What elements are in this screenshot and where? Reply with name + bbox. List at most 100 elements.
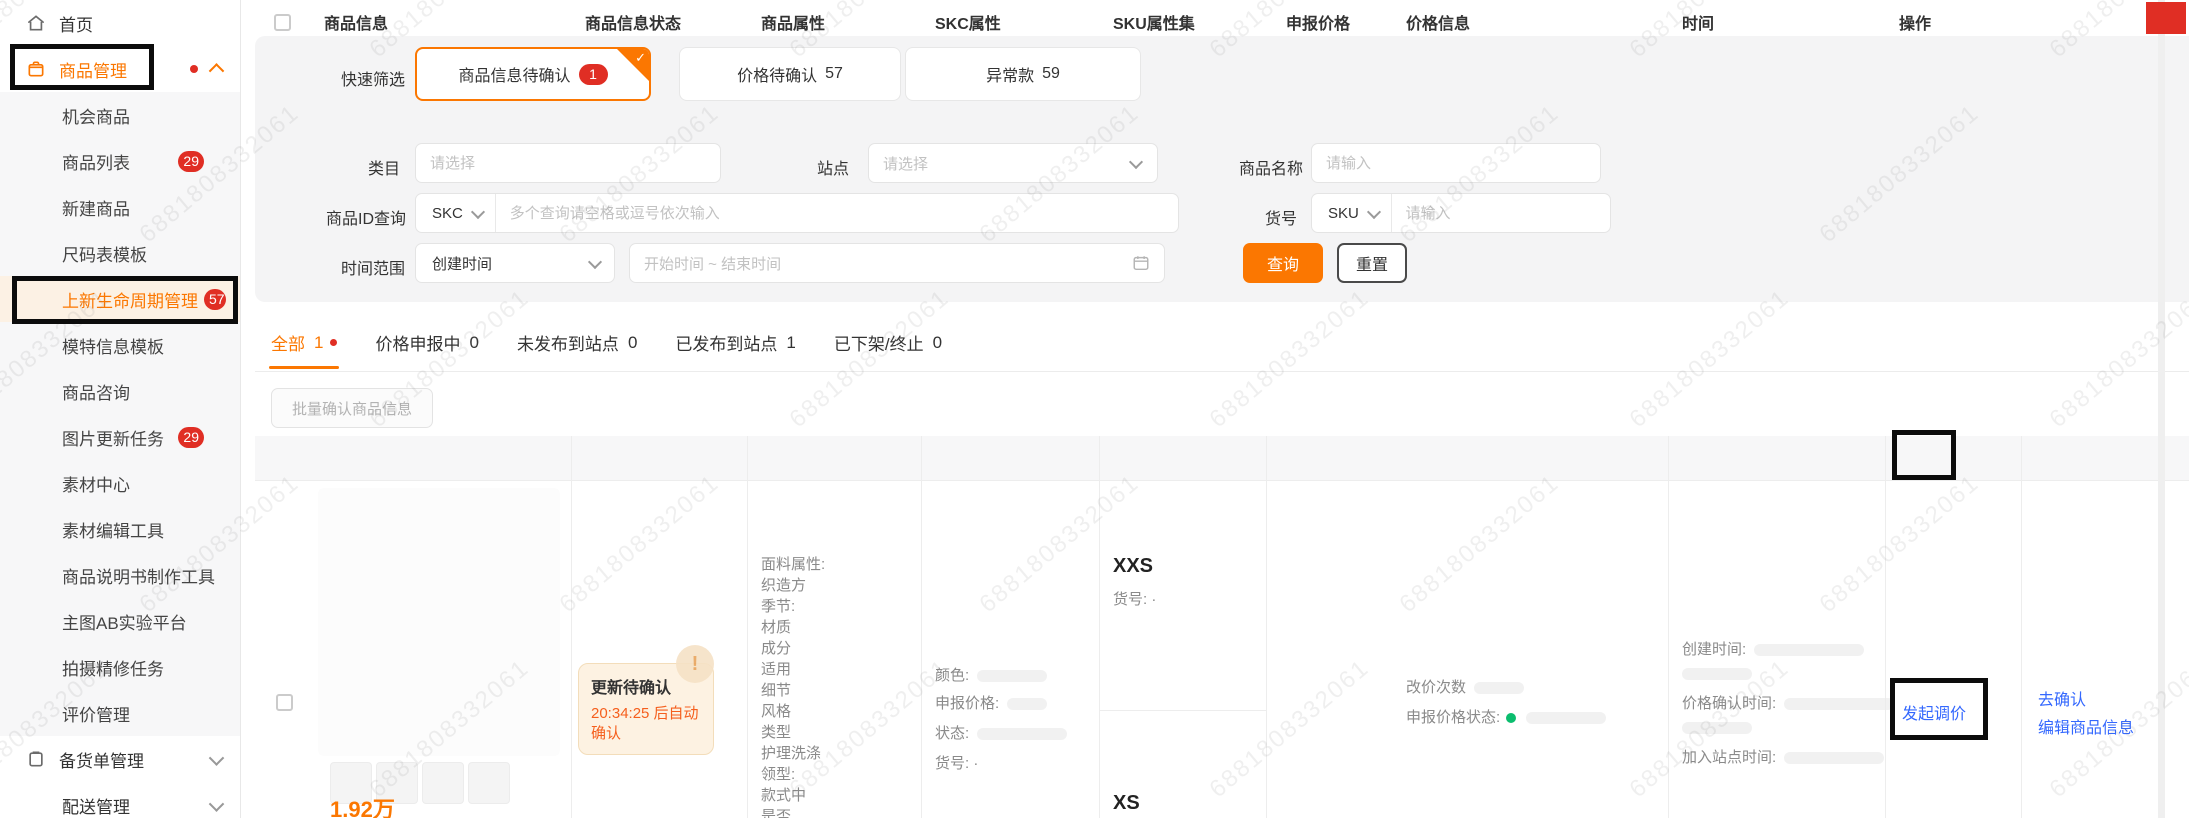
quick-card-price-pending[interactable]: 价格待确认 57 bbox=[679, 47, 901, 101]
sidebar-item-delivery-mgmt[interactable]: 配送管理 bbox=[0, 782, 240, 818]
chevron-up-icon bbox=[209, 63, 225, 79]
product-id-group[interactable]: SKC bbox=[415, 193, 1179, 233]
sidebar-item-label: 评价管理 bbox=[62, 701, 130, 726]
divider bbox=[1099, 436, 1100, 818]
sidebar-item-material-center[interactable]: 素材中心 bbox=[0, 460, 240, 506]
sidebar-item-label: 素材中心 bbox=[62, 471, 130, 496]
count-badge: 1 bbox=[579, 64, 608, 85]
tab-all[interactable]: 全部1 bbox=[271, 330, 337, 355]
site-placeholder: 请选择 bbox=[869, 153, 942, 174]
category-label: 类目 bbox=[368, 155, 400, 179]
time-type-value: 创建时间 bbox=[416, 253, 508, 274]
tab-published[interactable]: 已发布到站点1 bbox=[675, 330, 795, 355]
reset-button-label: 重置 bbox=[1356, 251, 1388, 275]
divider bbox=[255, 480, 2189, 481]
sidebar-item-product-consult[interactable]: 商品咨询 bbox=[0, 368, 240, 414]
th-product-info-status: 商品信息状态 bbox=[585, 0, 681, 44]
sku-artno: 货号: · bbox=[1113, 588, 1156, 609]
attr-line: 面料属性: bbox=[761, 553, 825, 574]
sidebar-item-label: 机会商品 bbox=[62, 103, 130, 128]
edit-product-info-link[interactable]: 编辑商品信息 bbox=[2038, 714, 2134, 738]
product-thumbnail[interactable] bbox=[468, 762, 510, 804]
go-confirm-link[interactable]: 去确认 bbox=[2038, 686, 2086, 710]
skc-line: 申报价格: bbox=[935, 692, 1047, 713]
product-stat-value: 1.92万 bbox=[330, 792, 395, 818]
quick-card-abnormal[interactable]: 异常款 59 bbox=[905, 47, 1141, 101]
price-info-line: 申报价格状态: bbox=[1406, 706, 1606, 727]
quick-card-count: 59 bbox=[1042, 65, 1060, 83]
search-button-label: 查询 bbox=[1267, 251, 1299, 275]
sidebar-item-product-list[interactable]: 商品列表 29 bbox=[0, 138, 240, 184]
product-id-input[interactable] bbox=[496, 205, 1178, 222]
time-line: 价格确认时间: bbox=[1682, 692, 1894, 713]
sidebar-item-image-update-task[interactable]: 图片更新任务29 bbox=[0, 414, 240, 460]
sidebar-item-product-manual-tool[interactable]: 商品说明书制作工具 bbox=[0, 552, 240, 598]
home-icon bbox=[26, 13, 46, 33]
tab-removed[interactable]: 已下架/终止 0 bbox=[834, 330, 942, 355]
date-range-input[interactable]: 开始时间 ~ 结束时间 bbox=[629, 243, 1165, 283]
sidebar-item-material-edit-tool[interactable]: 素材编辑工具 bbox=[0, 506, 240, 552]
sidebar-item-new-product[interactable]: 新建商品 bbox=[0, 184, 240, 230]
tab-label: 全部 bbox=[271, 330, 305, 355]
status-tabs: 全部1 价格申报中0 未发布到站点 0 已发布到站点1 已下架/终止 0 bbox=[271, 330, 942, 355]
sidebar-item-label: 商品咨询 bbox=[62, 379, 130, 404]
artno-input[interactable] bbox=[1391, 205, 1610, 222]
time-line: 创建时间: bbox=[1682, 638, 1864, 659]
search-button[interactable]: 查询 bbox=[1243, 243, 1323, 283]
time-type-select[interactable]: 创建时间 bbox=[415, 243, 615, 283]
tab-label: 未发布到站点 bbox=[517, 330, 619, 355]
product-name-input[interactable] bbox=[1311, 143, 1601, 183]
sidebar-item-review-mgmt[interactable]: 评价管理 bbox=[0, 690, 240, 736]
id-type-value: SKC bbox=[432, 205, 463, 222]
product-thumbnail[interactable] bbox=[422, 762, 464, 804]
tab-count: 0 bbox=[628, 333, 637, 353]
chevron-down-icon bbox=[1129, 154, 1143, 168]
sidebar-item-stock-mgmt[interactable]: 备货单管理 bbox=[0, 736, 240, 782]
quick-card-label: 价格待确认 bbox=[737, 62, 817, 86]
sidebar-item-main-image-ab-test[interactable]: 主图AB实验平台 bbox=[0, 598, 240, 644]
chevron-down-icon bbox=[471, 204, 485, 218]
tab-label: 已下架/终止 bbox=[834, 330, 924, 355]
artno-group[interactable]: SKU bbox=[1311, 193, 1611, 233]
artno-label: 货号 bbox=[1265, 205, 1297, 229]
sidebar-item-opportunity-products[interactable]: 机会商品 bbox=[0, 92, 240, 138]
time-line: 加入站点时间: bbox=[1682, 746, 1884, 767]
count-badge: 29 bbox=[178, 151, 204, 172]
skc-line: 状态: bbox=[935, 722, 1067, 743]
th-price-info: 价格信息 bbox=[1406, 0, 1470, 44]
th-declared-price: 申报价格 bbox=[1286, 0, 1350, 44]
sidebar-item-label: 商品列表 bbox=[62, 149, 130, 174]
sidebar-item-photo-retouch-task[interactable]: 拍摄精修任务 bbox=[0, 644, 240, 690]
category-input[interactable] bbox=[415, 143, 721, 183]
sidebar-item-size-chart-template[interactable]: 尺码表模板 bbox=[0, 230, 240, 276]
quick-card-count: 57 bbox=[825, 65, 843, 83]
sidebar-item-model-info-template[interactable]: 模特信息模板 bbox=[0, 322, 240, 368]
tab-label: 已发布到站点 bbox=[675, 330, 777, 355]
attr-line: 是否 bbox=[761, 805, 791, 818]
row-checkbox[interactable] bbox=[276, 694, 293, 711]
quick-card-info-pending[interactable]: 商品信息待确认 1 ✓ bbox=[415, 47, 651, 101]
clipboard-icon bbox=[26, 749, 46, 769]
tab-price-declaring[interactable]: 价格申报中0 bbox=[375, 330, 478, 355]
scrollbar[interactable] bbox=[2158, 0, 2165, 818]
page: 首页 商品管理 机会商品 商品列表29 新建商品 尺码表模板 上新生命周期管理5… bbox=[0, 0, 2189, 818]
site-select[interactable]: 请选择 bbox=[868, 143, 1158, 183]
annotation-box-launch-lifecycle bbox=[12, 276, 238, 324]
active-tab-underline bbox=[269, 366, 339, 369]
select-all-checkbox[interactable] bbox=[274, 0, 291, 44]
artno-type-select[interactable]: SKU bbox=[1312, 194, 1391, 232]
check-icon: ✓ bbox=[635, 50, 646, 66]
quick-filter-label: 快速筛选 bbox=[341, 66, 405, 90]
id-type-select[interactable]: SKC bbox=[416, 194, 495, 232]
attr-line: 细节 bbox=[761, 679, 791, 700]
sidebar-item-home[interactable]: 首页 bbox=[0, 0, 240, 46]
reset-button[interactable]: 重置 bbox=[1337, 243, 1407, 283]
tab-count: 0 bbox=[933, 333, 942, 353]
tab-not-published[interactable]: 未发布到站点 0 bbox=[517, 330, 637, 355]
th-product-attrs: 商品属性 bbox=[761, 0, 825, 44]
batch-confirm-button[interactable]: 批量确认商品信息 bbox=[271, 388, 433, 428]
divider bbox=[571, 436, 572, 818]
time-line-value bbox=[1682, 665, 1752, 682]
annotation-box-actions-header bbox=[1892, 430, 1956, 480]
sidebar-item-label: 新建商品 bbox=[62, 195, 130, 220]
